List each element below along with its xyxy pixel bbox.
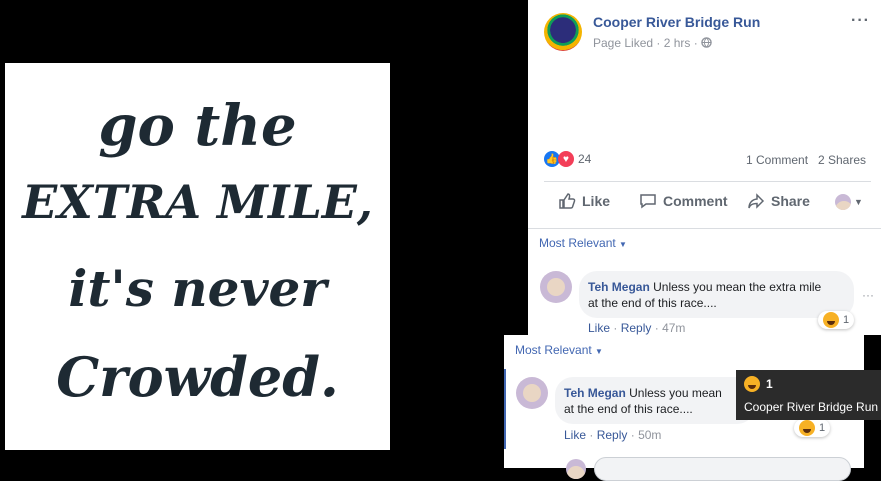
comment-more-icon[interactable]: ··· xyxy=(862,288,874,302)
comment-text-block: Teh Megan Unless you mean at the end of … xyxy=(564,385,722,417)
reply-avatar xyxy=(566,459,586,479)
commenter-avatar[interactable] xyxy=(540,271,572,303)
sort-label: Most Relevant xyxy=(539,236,616,250)
comment-reaction-pill[interactable]: 1 xyxy=(794,419,831,437)
comment-actions: Like · Reply · 50m xyxy=(564,428,661,442)
haha-emoji-icon xyxy=(823,312,839,328)
comment-like-link[interactable]: Like xyxy=(564,428,586,442)
quote-line-4: Crowded. xyxy=(56,345,339,409)
chevron-down-icon: ▼ xyxy=(854,197,863,207)
haha-emoji-icon xyxy=(799,420,815,436)
comment-actions: Like · Reply · 47m xyxy=(588,321,685,335)
post-meta-text: Page Liked · 2 hrs · xyxy=(593,36,698,50)
tooltip-name: Cooper River Bridge Run xyxy=(744,400,879,414)
share-icon xyxy=(748,193,765,209)
globe-icon xyxy=(701,37,712,48)
comment-reply-link[interactable]: Reply xyxy=(597,428,628,442)
comment-reply-link[interactable]: Reply xyxy=(621,321,652,335)
quote-line-3: it's never xyxy=(68,259,327,318)
comment-sort-dropdown[interactable]: Most Relevant ▼ xyxy=(539,236,627,250)
sort-label: Most Relevant xyxy=(515,343,592,357)
thumbs-up-icon xyxy=(559,193,576,209)
comment-line-1: Teh Megan Unless you mean the extra mile xyxy=(588,279,821,295)
reaction-count: 24 xyxy=(578,152,592,166)
tooltip-count: 1 xyxy=(766,377,773,391)
comment-sort-dropdown[interactable]: Most Relevant ▼ xyxy=(515,343,603,357)
share-count-link[interactable]: 2 Shares xyxy=(818,153,866,167)
separator-dot: · xyxy=(589,428,594,442)
post-image[interactable]: go the EXTRA MILE, it's never Crowded. xyxy=(5,63,390,450)
reply-input[interactable] xyxy=(594,457,851,481)
like-label: Like xyxy=(582,193,611,209)
divider xyxy=(528,228,881,229)
comment-author[interactable]: Teh Megan xyxy=(564,386,626,400)
comment-count-link[interactable]: 1 Comment xyxy=(746,153,808,167)
comment-button[interactable]: Comment xyxy=(639,192,728,210)
caret-down-icon: ▼ xyxy=(595,347,603,356)
comment-text: Unless you mean xyxy=(629,386,722,400)
love-reaction-icon: ♥ xyxy=(558,151,574,167)
comment-highlight-bar xyxy=(504,369,506,449)
reaction-tooltip: 1 Cooper River Bridge Run xyxy=(736,370,881,420)
separator-dot: · xyxy=(654,321,659,335)
comment-like-link[interactable]: Like xyxy=(588,321,610,335)
comment-icon xyxy=(640,194,656,209)
selector-avatar xyxy=(835,194,851,210)
post-panel: Cooper River Bridge Run Page Liked · 2 h… xyxy=(528,0,881,335)
share-button[interactable]: Share xyxy=(747,192,810,210)
comment-line-1: Teh Megan Unless you mean xyxy=(564,385,722,401)
post-meta: Page Liked · 2 hrs · xyxy=(593,36,712,50)
separator-dot: · xyxy=(630,428,635,442)
more-options-icon[interactable]: ··· xyxy=(851,12,870,30)
reaction-summary[interactable]: 👍 ♥ 24 xyxy=(544,151,591,167)
haha-emoji-icon xyxy=(744,376,760,392)
comment-text-cont: at the end of this race.... xyxy=(564,402,693,416)
divider xyxy=(544,181,871,182)
like-button[interactable]: Like xyxy=(558,192,610,210)
comment-text-block: Teh Megan Unless you mean the extra mile… xyxy=(588,279,821,311)
comment-time[interactable]: 47m xyxy=(662,321,685,335)
comment-text-cont: at the end of this race.... xyxy=(588,296,717,310)
react-as-selector[interactable]: ▼ xyxy=(835,194,863,210)
comment-reaction-pill[interactable]: 1 xyxy=(818,311,855,329)
comment-label: Comment xyxy=(663,193,728,209)
quote-line-1: go the xyxy=(98,93,297,159)
page-avatar[interactable] xyxy=(544,13,582,51)
comment-reaction-count: 1 xyxy=(819,422,826,434)
comment-reaction-count: 1 xyxy=(843,314,850,326)
commenter-avatar[interactable] xyxy=(516,377,548,409)
tooltip-header: 1 xyxy=(744,376,773,392)
comment-author[interactable]: Teh Megan xyxy=(588,280,650,294)
comment-time[interactable]: 50m xyxy=(638,428,661,442)
page-name[interactable]: Cooper River Bridge Run xyxy=(593,14,760,30)
share-label: Share xyxy=(771,193,810,209)
comment-text: Unless you mean the extra mile xyxy=(653,280,822,294)
caret-down-icon: ▼ xyxy=(619,240,627,249)
separator-dot: · xyxy=(613,321,618,335)
quote-line-2: EXTRA MILE, xyxy=(22,175,373,229)
